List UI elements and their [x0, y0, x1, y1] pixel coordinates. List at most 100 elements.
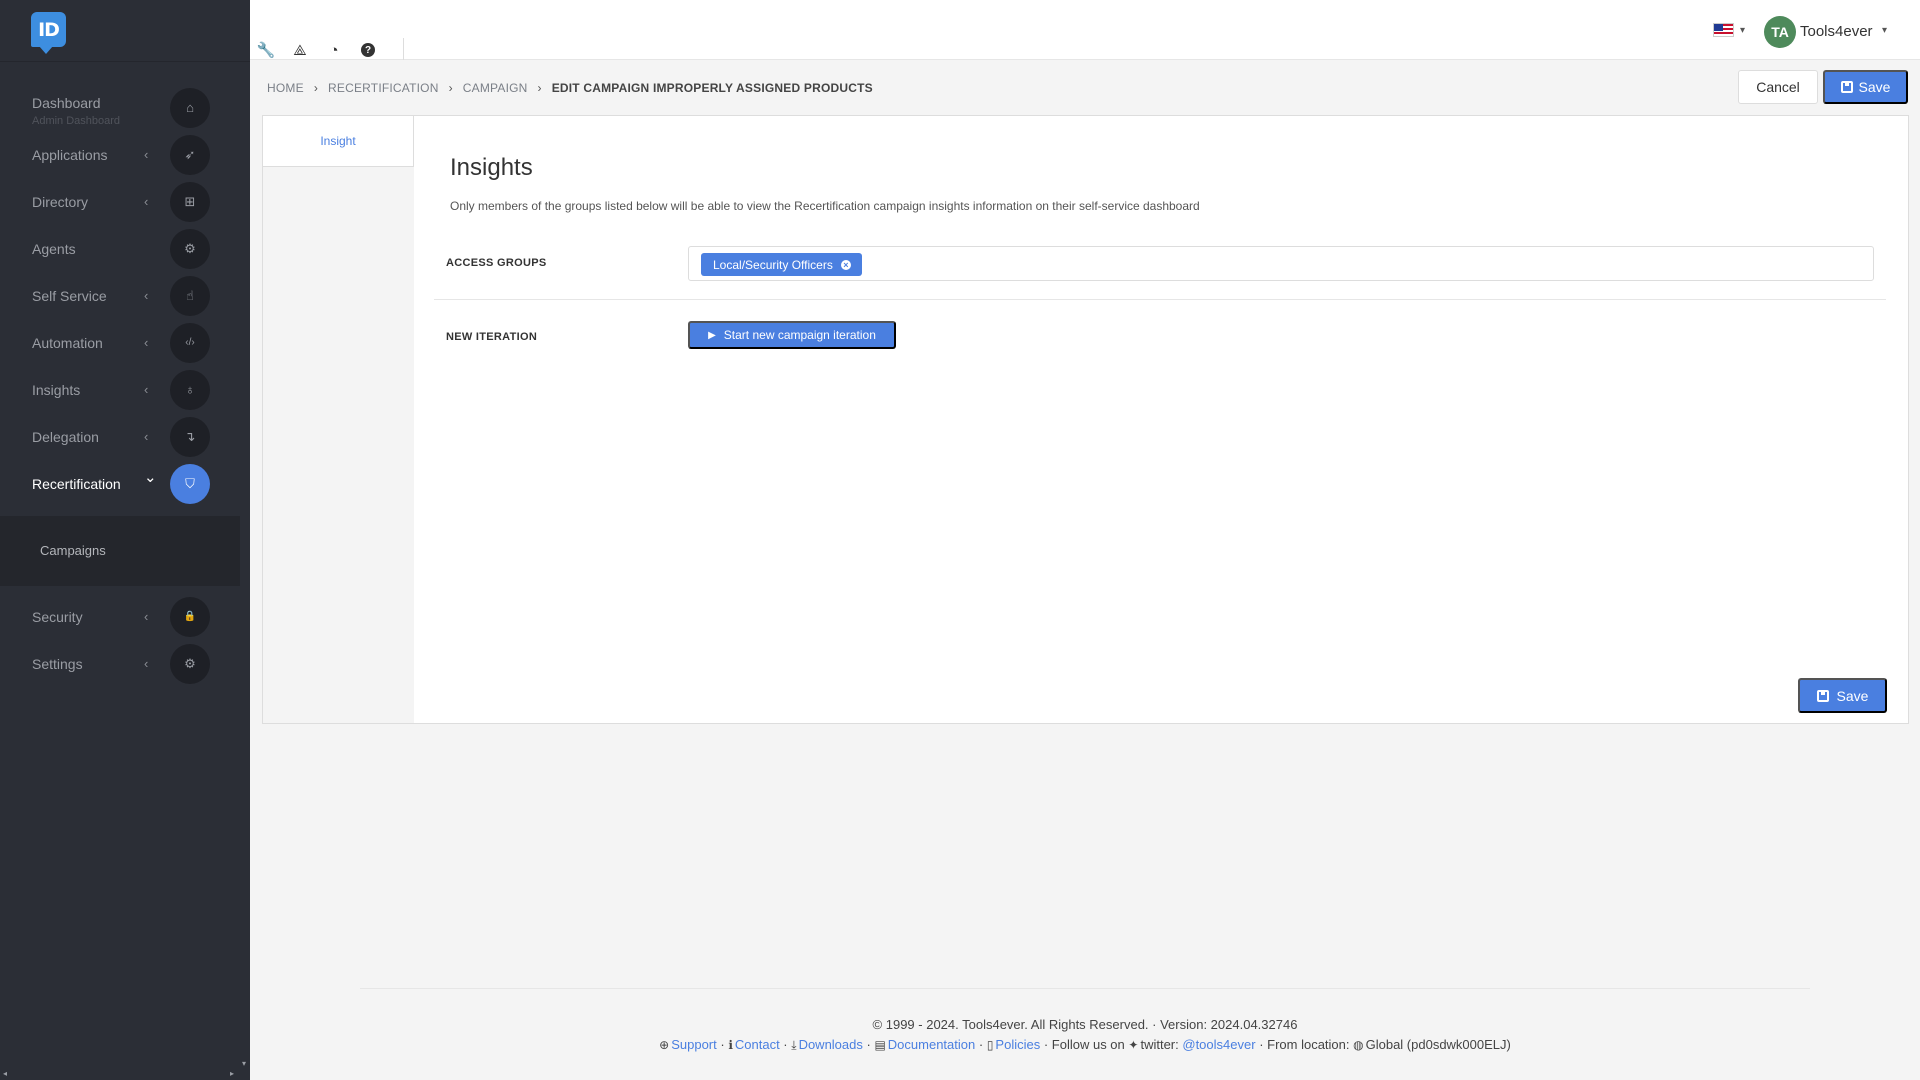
- chevron-left-icon: ‹: [144, 656, 149, 671]
- file-icon: ▯: [986, 1038, 994, 1052]
- sidebar-header: ID: [0, 0, 250, 62]
- documentation-link[interactable]: Documentation: [888, 1037, 975, 1052]
- access-groups-label: ACCESS GROUPS: [446, 257, 547, 269]
- breadcrumb-home[interactable]: HOME: [267, 81, 304, 95]
- vector-icon[interactable]: ⟁: [290, 40, 310, 60]
- save-icon: [1840, 81, 1853, 93]
- cancel-button[interactable]: Cancel: [1738, 70, 1818, 104]
- pie-chart-icon[interactable]: ◔: [324, 40, 344, 60]
- help-icon-glyph: ?: [361, 43, 375, 57]
- sidebar-nav-lower: Security ‹ 🔒 Settings ‹ ⚙: [0, 593, 250, 687]
- sidebar-item-label: Insights: [32, 381, 81, 398]
- remove-tag-icon[interactable]: ×: [840, 259, 851, 270]
- user-name[interactable]: Tools4ever: [1800, 23, 1873, 40]
- sidebar-item-settings[interactable]: Settings ‹ ⚙: [0, 640, 250, 687]
- sitemap-icon: ⊞: [170, 181, 210, 222]
- breadcrumb-campaign[interactable]: CAMPAIGN: [463, 81, 528, 95]
- save-button-label: Save: [1858, 79, 1891, 95]
- chevron-right-icon: ›: [537, 81, 542, 95]
- sidebar-item-agents[interactable]: Agents ⚙: [0, 225, 250, 272]
- scroll-down-icon[interactable]: ▾: [242, 1059, 246, 1068]
- chevron-left-icon: ‹: [144, 335, 149, 350]
- wrench-icon[interactable]: 🔧: [256, 40, 276, 60]
- downloads-link[interactable]: Downloads: [799, 1037, 863, 1052]
- access-group-tag: Local/Security Officers ×: [701, 253, 862, 276]
- new-iteration-label: NEW ITERATION: [446, 331, 538, 343]
- home-icon: ⌂: [170, 87, 210, 128]
- save-button[interactable]: Save: [1823, 70, 1908, 104]
- save-button-bottom[interactable]: Save: [1798, 678, 1887, 713]
- lock-icon: 🔒: [170, 596, 210, 637]
- sidebar-item-automation[interactable]: Automation ‹ ‹/›: [0, 319, 250, 366]
- sidebar-item-label: Dashboard: [32, 95, 101, 111]
- divider: [434, 299, 1886, 300]
- sidebar-item-recertification[interactable]: Recertification ⌄ ⛉: [0, 460, 250, 507]
- chevron-left-icon: ‹: [144, 382, 149, 397]
- location-value: Global (pd0sdwk000ELJ): [1365, 1037, 1511, 1052]
- sidebar-item-sublabel: Admin Dashboard: [32, 115, 121, 127]
- recertification-submenu: Campaigns: [0, 516, 240, 586]
- globe-icon: ◍: [1353, 1038, 1364, 1052]
- sidebar-item-label: Automation: [32, 334, 103, 351]
- download-icon: ⤓: [791, 1038, 797, 1052]
- breadcrumb-current: EDIT CAMPAIGN IMPROPERLY ASSIGNED PRODUC…: [551, 81, 873, 95]
- logo[interactable]: ID: [31, 12, 66, 54]
- twitter-icon: ✦: [1128, 1038, 1139, 1052]
- avatar[interactable]: TA: [1764, 16, 1796, 48]
- policies-link[interactable]: Policies: [995, 1037, 1040, 1052]
- access-group-tag-label: Local/Security Officers: [713, 257, 833, 272]
- caret-down-icon[interactable]: ▾: [1882, 25, 1887, 36]
- submenu-item-campaigns[interactable]: Campaigns: [40, 543, 106, 558]
- toolbar-divider: [403, 38, 404, 60]
- campaign-panel: Insight Insights Only members of the gro…: [262, 115, 1909, 724]
- chevron-left-icon: ‹: [144, 429, 149, 444]
- sidebar-item-directory[interactable]: Directory ‹ ⊞: [0, 178, 250, 225]
- rocket-icon: ➶: [170, 134, 210, 175]
- sidebar-item-insights[interactable]: Insights ‹ ♁: [0, 366, 250, 413]
- panel-description: Only members of the groups listed below …: [450, 199, 1200, 213]
- sidebar-item-label: Security: [32, 608, 83, 625]
- cubes-icon: ⚙: [170, 228, 210, 269]
- access-groups-input[interactable]: Local/Security Officers ×: [688, 246, 1874, 281]
- footer-copyright: © 1999 - 2024. Tools4ever. All Rights Re…: [0, 1017, 1920, 1032]
- sidebar-item-dashboard[interactable]: Dashboard Admin Dashboard ⌂: [0, 84, 250, 131]
- sidebar-item-self-service[interactable]: Self Service ‹ ☝: [0, 272, 250, 319]
- sidebar-item-label: Self Service: [32, 287, 107, 304]
- book-icon: ▤: [874, 1038, 886, 1052]
- start-iteration-button[interactable]: ▶ Start new campaign iteration: [688, 321, 896, 349]
- twitter-link[interactable]: @tools4ever: [1182, 1037, 1255, 1052]
- hand-pointer-icon: ☝: [170, 275, 210, 316]
- code-icon: ‹/›: [170, 322, 210, 363]
- breadcrumb-recertification[interactable]: RECERTIFICATION: [328, 81, 439, 95]
- scroll-left-icon[interactable]: ◂: [3, 1069, 7, 1078]
- play-icon: ▶: [708, 329, 716, 341]
- scroll-right-icon[interactable]: ▸: [230, 1069, 234, 1078]
- sidebar-item-applications[interactable]: Applications ‹ ➶: [0, 131, 250, 178]
- from-location-text: · From location:: [1259, 1037, 1350, 1052]
- help-icon[interactable]: ?: [358, 40, 378, 60]
- topbar: 🔧 ⟁ ◔ ? ▾ TA Tools4ever ▾: [250, 0, 1920, 60]
- caret-down-icon[interactable]: ▾: [1740, 25, 1745, 36]
- save-button-label: Save: [1836, 687, 1869, 704]
- support-link[interactable]: Support: [671, 1037, 717, 1052]
- chevron-left-icon: ‹: [144, 609, 149, 624]
- support-icon: ⊕: [659, 1038, 670, 1052]
- sidebar-item-security[interactable]: Security ‹ 🔒: [0, 593, 250, 640]
- contact-link[interactable]: Contact: [735, 1037, 780, 1052]
- start-iteration-label: Start new campaign iteration: [723, 328, 876, 342]
- panel-title: Insights: [450, 154, 533, 181]
- sidebar-item-label: Delegation: [32, 428, 99, 445]
- sidebar-nav: Dashboard Admin Dashboard ⌂ Applications…: [0, 84, 250, 507]
- gear-icon: ⚙: [170, 643, 210, 684]
- us-flag-icon[interactable]: [1713, 23, 1734, 37]
- sidebar-item-label: Directory: [32, 193, 89, 210]
- footer-links: ⊕ Support · ℹ Contact · ⤓ Downloads · ▤ Docu…: [659, 1037, 1511, 1052]
- sidebar-item-delegation[interactable]: Delegation ‹ ↴: [0, 413, 250, 460]
- lightbulb-icon: ♁: [170, 369, 210, 410]
- tab-insight[interactable]: Insight: [263, 116, 414, 167]
- chevron-left-icon: ‹: [144, 194, 149, 209]
- chevron-right-icon: ›: [448, 81, 453, 95]
- sidebar-item-label: Applications: [32, 146, 108, 163]
- panel-tabs: Insight: [263, 116, 414, 723]
- chevron-right-icon: ›: [313, 81, 319, 95]
